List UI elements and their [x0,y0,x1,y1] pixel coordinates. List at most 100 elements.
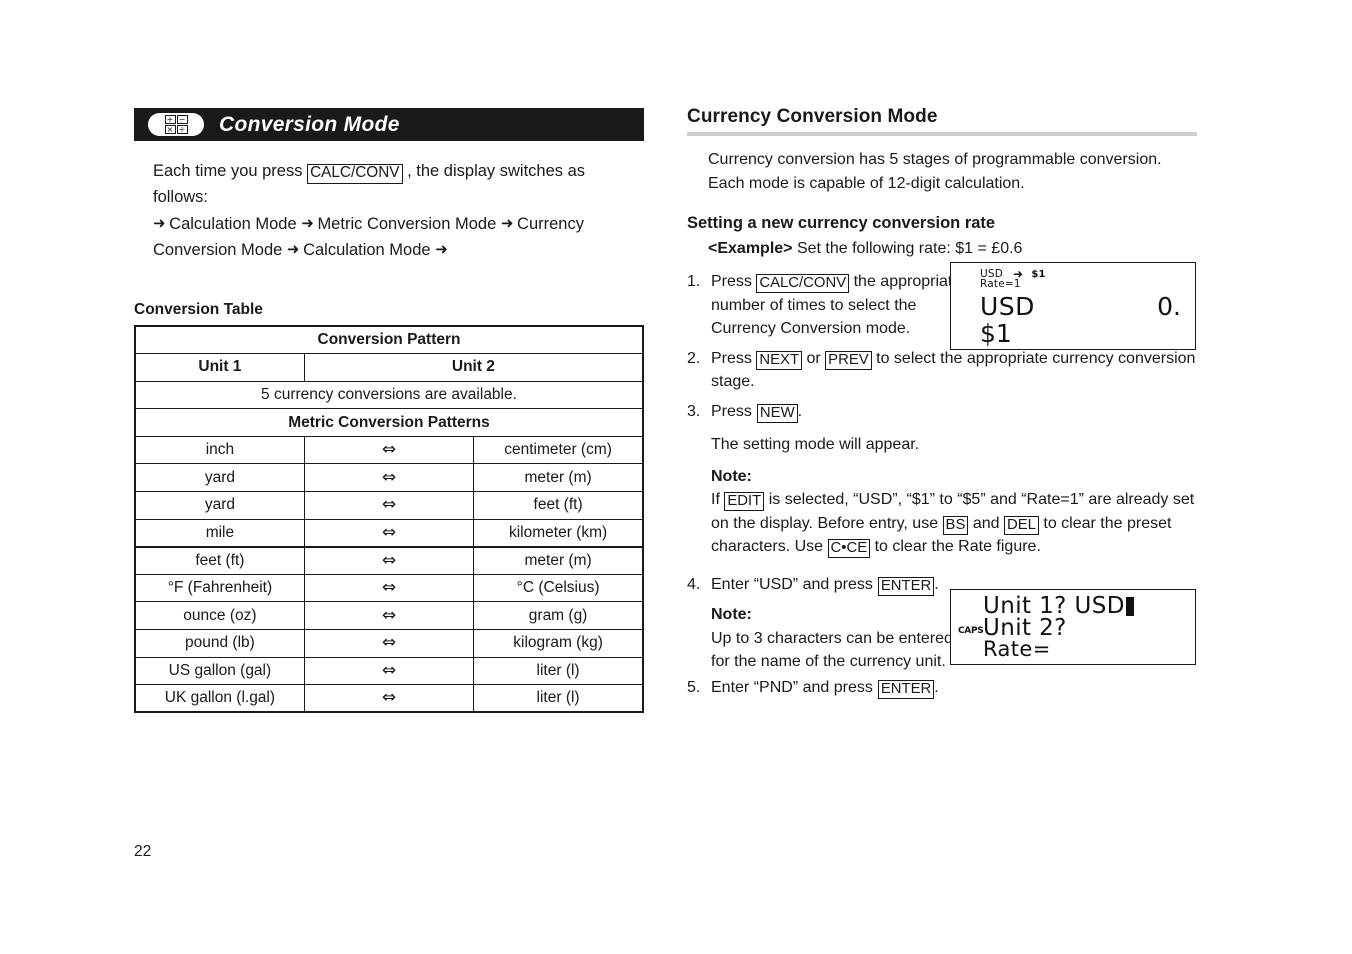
step-5: 5. Enter “PND” and press ENTER. [687,676,1197,700]
unit2-cell: meter (m) [473,463,645,493]
step-4-before: Enter “USD” and press [711,575,873,593]
page-number: 22 [134,843,152,860]
lcd1-value: 0. [1157,292,1181,321]
lcd1-sub-label: $1 [980,319,1012,348]
double-arrow-icon: ⇔ [381,467,397,488]
conversion-table: Conversion Pattern Unit 1 Unit 2 5 curre… [133,325,645,714]
unit1-cell: ounce (oz) [133,601,305,631]
unit2-cell: liter (l) [473,656,645,686]
unit2-cell: centimeter (cm) [473,435,645,465]
flow-arrow-icon: ➜ [286,240,300,258]
double-arrow-icon: ⇔ [381,605,397,626]
flow-arrow-icon: ➜ [500,214,514,232]
section-divider [687,132,1197,136]
page-title: Currency Conversion Mode [687,106,938,127]
flow-arrow-icon: ➜ [153,214,166,232]
key-calc-conv: CALC/CONV [756,274,850,294]
step-3: 3. Press NEW. [687,400,1197,424]
unit2-cell: liter (l) [473,684,645,714]
text-cursor-icon [1125,597,1134,616]
step-2-or: or [806,349,821,367]
double-arrow-icon: ⇔ [381,439,397,460]
conversion-table-caption: Conversion Table [134,301,263,318]
step-2: 2. Press NEXT or PREV to select the appr… [687,347,1197,394]
key-del: DEL [1004,515,1039,535]
flow-arrow-icon: ➜ [301,214,314,232]
table-row: feet (ft) ⇔ meter (m) [133,546,645,575]
note-1-p1a: If [711,491,720,508]
metric-header-cell: Metric Conversion Patterns [134,408,644,437]
key-bs: BS [942,515,969,535]
table-row: ounce (oz) ⇔ gram (g) [133,601,645,631]
step-5-before: Enter “PND” and press [711,678,873,696]
col-header-unit1: Unit 1 [133,353,305,382]
col-header-unit2: Unit 2 [303,353,644,382]
double-arrow-icon: ⇔ [381,660,397,681]
lcd2-caps-indicator: CAPS [958,626,984,636]
note-2-body: Up to 3 characters can be entered for th… [711,629,953,671]
table-row: Conversion Pattern [134,325,644,355]
lcd1-target-currency: $1 [1031,269,1046,280]
step-5-number: 5. [687,678,701,696]
unit1-cell: UK gallon (l.gal) [133,684,305,714]
key-new: NEW [756,403,798,423]
unit2-cell: kilometer (km) [473,518,645,548]
flow-item-1: Calculation Mode [169,215,297,233]
table-row: pound (lb) ⇔ kilogram (kg) [133,629,645,658]
key-enter: ENTER [877,576,935,596]
table-row: °F (Fahrenheit) ⇔ °C (Celsius) [133,573,645,603]
step-2-number: 2. [687,349,701,367]
banner-title: Conversion Mode [219,112,400,136]
multiply-key-icon: × [164,125,176,134]
lcd2-rate-prompt: Rate= [983,637,1051,661]
step-5-text: Enter “PND” and press ENTER. [711,676,1197,700]
unit2-cell: gram (g) [473,601,645,631]
step-3-number: 3. [687,402,701,420]
unit1-cell: °F (Fahrenheit) [133,573,305,603]
table-row: Unit 1 Unit 2 [133,353,644,382]
unit1-cell: pound (lb) [133,629,305,658]
step-4-number: 4. [687,575,701,593]
table-row: mile ⇔ kilometer (km) [133,518,645,548]
subsection-title: Setting a new currency conversion rate [687,214,996,232]
plus-key-icon: + [164,115,176,124]
flow-item-5: Calculation Mode [303,241,431,259]
lcd-display-setting-mode: Unit 1? USD CAPS Unit 2? Rate= [950,589,1196,665]
step-1-text: Press CALC/CONV the appropriate number o… [711,270,973,341]
minus-key-icon: − [176,115,188,124]
step-1-number: 1. [687,273,701,290]
lcd1-main-label: USD [980,292,1035,321]
double-arrow-icon: ⇔ [381,577,397,598]
step-2-text: Press NEXT or PREV to select the appropr… [711,347,1197,394]
section-intro-line2: Each mode is capable of 12-digit calcula… [708,175,1025,192]
note-1-title: Note: [711,467,752,485]
table-row: inch ⇔ centimeter (cm) [133,435,645,465]
double-arrow-icon: ⇔ [381,522,397,543]
step-2-press: Press [711,349,752,367]
unit2-cell: kilogram (kg) [473,629,645,658]
table-row: Metric Conversion Patterns [134,408,644,437]
step-3-text: Press NEW. [711,400,1197,424]
note-1-and: and [972,514,1000,532]
key-prev: PREV [825,350,872,370]
mode-flow-line: ➜ Calculation Mode ➜ Metric Conversion M… [134,211,644,263]
double-arrow-icon: ⇔ [381,494,397,515]
step-5-period: . [934,678,939,696]
left-column: + − × ÷ Conversion Mode Each time you pr… [133,108,645,714]
unit1-cell: yard [133,491,305,520]
key-edit: EDIT [724,492,765,512]
unit2-cell: meter (m) [473,546,645,575]
flow-item-2: Metric Conversion Mode [317,215,497,233]
flow-arrow-icon: ➜ [435,240,448,258]
double-arrow-icon: ⇔ [381,632,397,653]
flow-item-4: Conversion Mode [153,241,283,259]
step-3-period: . [797,402,803,420]
double-arrow-icon: ⇔ [381,550,397,571]
instruction-steps-3: 5. Enter “PND” and press ENTER. [687,676,1197,700]
note-1-p1d: to clear the Rate figure. [874,538,1041,555]
lcd-display-currency-mode: USD ➜ $1 Rate=1 USD 0. $1 [950,262,1196,350]
table-title-cell: Conversion Pattern [134,325,644,355]
intro-text-before: Each time you press [153,162,303,180]
double-arrow-icon: ⇔ [381,687,397,708]
unit1-cell: inch [133,435,305,465]
